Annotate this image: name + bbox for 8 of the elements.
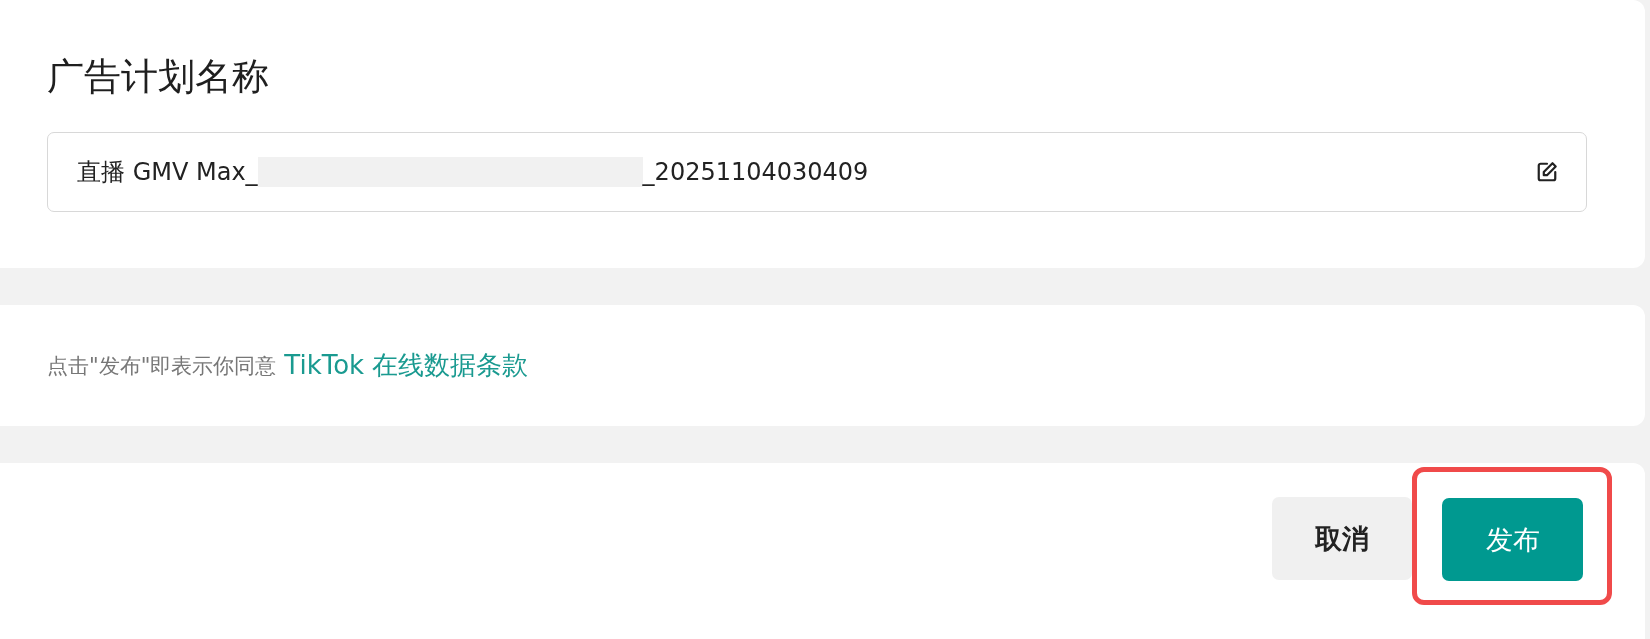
edit-icon[interactable]: [1536, 161, 1558, 183]
section-title: 广告计划名称: [47, 54, 270, 100]
cancel-button[interactable]: 取消: [1272, 497, 1412, 580]
name-input-field[interactable]: 直播 GMV Max_ _20251104030409: [47, 132, 1587, 212]
publish-button[interactable]: 发布: [1442, 498, 1583, 581]
field-value-start: 直播 GMV Max_: [77, 157, 258, 188]
agreement-text: 点击"发布"即表示你同意 TikTok 在线数据条款: [47, 305, 1587, 426]
field-value-end: _20251104030409: [642, 158, 869, 186]
